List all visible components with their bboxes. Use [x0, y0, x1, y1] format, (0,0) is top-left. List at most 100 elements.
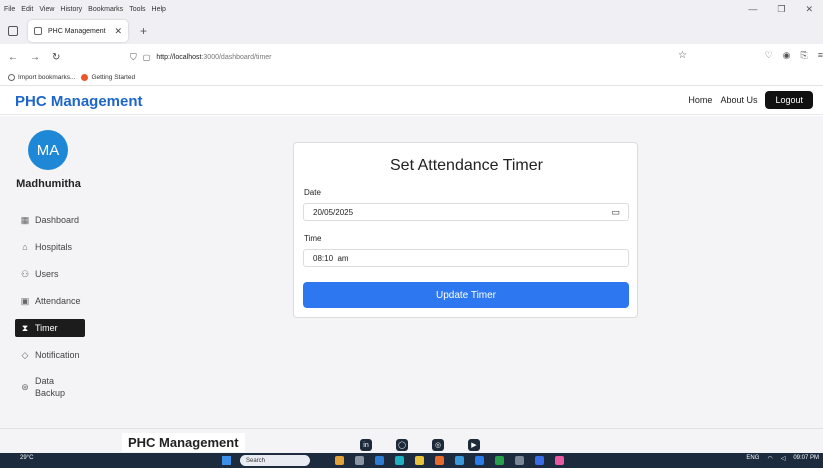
- taskbar-app-icon[interactable]: [455, 456, 464, 465]
- sidebar-item-label: Notification: [35, 350, 80, 360]
- sidebar-item-label: Attendance: [35, 296, 81, 306]
- sidebar-item-notification[interactable]: ◇ Notification: [15, 346, 85, 364]
- taskbar-app-icon[interactable]: [355, 456, 364, 465]
- weather-widget[interactable]: 29°C: [20, 455, 33, 461]
- shield-icon: ⛉: [130, 51, 137, 62]
- windows-start-icon[interactable]: [222, 456, 231, 465]
- taskbar-app-icon[interactable]: [415, 456, 424, 465]
- users-icon: ⚇: [20, 268, 30, 279]
- nav-about-link[interactable]: About Us: [720, 95, 757, 105]
- sidebar-item-users[interactable]: ⚇ Users: [15, 265, 85, 283]
- bookmark-import[interactable]: Import bookmarks...: [8, 74, 75, 81]
- browser-menubar: File Edit View History Bookmarks Tools H…: [0, 0, 823, 18]
- taskbar-app-icon[interactable]: [395, 456, 404, 465]
- bookmarks-bar: Import bookmarks... Getting Started: [0, 70, 823, 86]
- browser-tab[interactable]: PHC Management ✕: [28, 20, 128, 42]
- github-icon[interactable]: ◯: [396, 439, 408, 451]
- taskbar-app-icon[interactable]: [475, 456, 484, 465]
- tab-close-icon[interactable]: ✕: [114, 26, 122, 37]
- grid-icon: ▦: [20, 214, 30, 225]
- account-icon[interactable]: ◉: [783, 50, 791, 61]
- toolbar-icons: ♡ ◉ ⎘ ≡: [765, 50, 823, 61]
- menu-edit[interactable]: Edit: [21, 6, 33, 13]
- backup-icon: ⊛: [21, 381, 29, 392]
- update-timer-button[interactable]: Update Timer: [303, 282, 629, 308]
- url-path: :3000/dashboard/timer: [201, 53, 272, 61]
- url-host: http://localhost: [156, 53, 202, 61]
- sidebar-item-hospitals[interactable]: ⌂ Hospitals: [15, 238, 85, 256]
- restore-icon[interactable]: ❐: [777, 4, 785, 15]
- url-bar[interactable]: ⛉ ▢ http://localhost :3000/dashboard/tim…: [130, 48, 690, 66]
- sidebar-item-label: Users: [35, 269, 59, 279]
- timer-form-card: Set Attendance Timer Date 20/05/2025 ▭ T…: [293, 142, 638, 318]
- app-header: PHC Management Home About Us Logout: [0, 87, 823, 115]
- taskbar-app-icon[interactable]: [435, 456, 444, 465]
- close-window-icon[interactable]: ✕: [805, 4, 813, 15]
- clock[interactable]: 09:07 PM: [793, 455, 819, 462]
- date-input[interactable]: 20/05/2025 ▭: [303, 203, 629, 221]
- os-taskbar: 29°C Search ENG ◠ ◁ 09:07 PM: [0, 453, 823, 468]
- brand-title[interactable]: PHC Management: [15, 93, 143, 110]
- taskbar-app-icon[interactable]: [335, 456, 344, 465]
- date-label: Date: [304, 188, 321, 197]
- time-value: 08:10 am: [313, 253, 349, 263]
- tab-list-icon[interactable]: [8, 26, 18, 36]
- instagram-icon[interactable]: ◎: [432, 439, 444, 451]
- nav-home-link[interactable]: Home: [688, 95, 712, 105]
- browser-tabbar: PHC Management ✕ +: [0, 18, 823, 44]
- browser-navbar: ← → ↻ ⛉ ▢ http://localhost :3000/dashboa…: [0, 44, 823, 70]
- hospital-icon: ⌂: [22, 242, 28, 252]
- menu-bookmarks[interactable]: Bookmarks: [88, 6, 123, 13]
- extensions-icon[interactable]: ⎘: [801, 50, 808, 61]
- sidebar-item-timer[interactable]: ⧗ Timer: [15, 319, 85, 337]
- bookmark-star-icon[interactable]: ☆: [678, 50, 687, 61]
- app-nav: Home About Us Logout: [688, 91, 813, 109]
- tab-title: PHC Management: [48, 27, 106, 35]
- taskbar-app-icon[interactable]: [515, 456, 524, 465]
- menu-help[interactable]: Help: [152, 6, 166, 13]
- footer: PHC Management in ◯ ◎ ▶: [0, 428, 823, 453]
- search-label: Search: [246, 457, 266, 464]
- time-label: Time: [304, 234, 322, 243]
- bell-icon: ◇: [21, 349, 29, 360]
- sidebar-item-data-backup[interactable]: ⊛ Data Backup: [15, 372, 85, 402]
- logout-button[interactable]: Logout: [765, 91, 813, 109]
- reload-icon[interactable]: ↻: [52, 52, 60, 63]
- language-indicator[interactable]: ENG: [746, 455, 759, 462]
- sidebar: MA Madhumitha ▦ Dashboard ⌂ Hospitals ⚇ …: [0, 116, 97, 428]
- hourglass-icon: ⧗: [21, 322, 29, 333]
- avatar: MA: [28, 130, 68, 170]
- menu-history[interactable]: History: [60, 6, 82, 13]
- bookmark-label: Import bookmarks...: [18, 74, 76, 81]
- taskbar-app-icon[interactable]: [375, 456, 384, 465]
- taskbar-search[interactable]: Search: [240, 455, 310, 466]
- sidebar-item-attendance[interactable]: ▣ Attendance: [15, 292, 85, 310]
- calendar-picker-icon[interactable]: ▭: [611, 207, 620, 218]
- forward-icon[interactable]: →: [30, 52, 40, 63]
- menu-file[interactable]: File: [4, 6, 15, 13]
- back-icon[interactable]: ←: [8, 52, 18, 63]
- date-value: 20/05/2025: [313, 207, 354, 217]
- bookmark-getting-started[interactable]: Getting Started: [81, 74, 135, 81]
- taskbar-app-icon[interactable]: [495, 456, 504, 465]
- volume-icon[interactable]: ◁: [781, 455, 786, 462]
- taskbar-app-icon[interactable]: [535, 456, 544, 465]
- taskbar-app-icon[interactable]: [555, 456, 564, 465]
- menu-tools[interactable]: Tools: [129, 6, 145, 13]
- minimize-icon[interactable]: —: [748, 4, 757, 15]
- sidebar-item-dashboard[interactable]: ▦ Dashboard: [15, 211, 85, 229]
- menu-icon[interactable]: ≡: [818, 50, 823, 61]
- page-icon: ▢: [142, 52, 151, 62]
- new-tab-icon[interactable]: +: [140, 24, 147, 38]
- calendar-icon: ▣: [20, 295, 30, 306]
- time-input[interactable]: 08:10 am: [303, 249, 629, 267]
- firefox-icon: [81, 74, 89, 81]
- linkedin-icon[interactable]: in: [360, 439, 372, 451]
- sidebar-item-label: Dashboard: [35, 215, 80, 225]
- pocket-icon[interactable]: ♡: [765, 50, 773, 61]
- main-content: Set Attendance Timer Date 20/05/2025 ▭ T…: [97, 116, 823, 428]
- bookmark-label: Getting Started: [91, 74, 136, 81]
- youtube-icon[interactable]: ▶: [468, 439, 480, 451]
- wifi-icon[interactable]: ◠: [767, 455, 772, 462]
- menu-view[interactable]: View: [39, 6, 54, 13]
